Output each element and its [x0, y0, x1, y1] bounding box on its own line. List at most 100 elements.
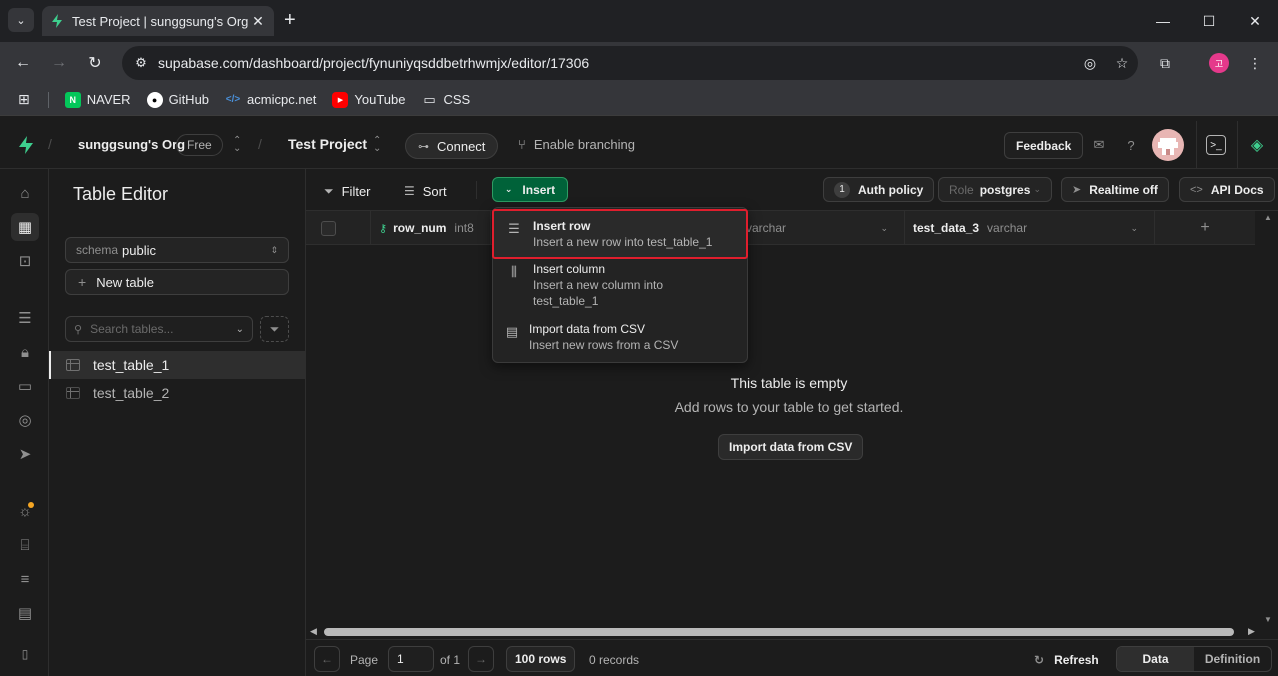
- realtime-cursor-icon[interactable]: ➤: [11, 440, 39, 468]
- sql-editor-icon[interactable]: ⊡: [11, 247, 39, 275]
- scroll-down-icon[interactable]: ▼: [1264, 615, 1272, 624]
- plan-badge: Free: [176, 134, 223, 156]
- menu-item-import-csv[interactable]: ▤ Import data from CSV Insert new rows f…: [493, 322, 747, 358]
- logs-list-icon[interactable]: ≡: [11, 565, 39, 593]
- header-divider: [1196, 121, 1197, 169]
- extensions-icon[interactable]: ⧉: [1153, 51, 1177, 75]
- table-editor-icon[interactable]: ▦: [11, 213, 39, 241]
- filter-icon[interactable]: ⏷: [260, 316, 289, 342]
- horizontal-scrollbar[interactable]: ◀ ▶: [306, 625, 1261, 639]
- project-name[interactable]: Test Project: [288, 136, 367, 152]
- chevron-down-icon[interactable]: ⌄: [880, 223, 888, 234]
- reload-icon[interactable]: ↻: [83, 51, 107, 75]
- eye-slash-icon[interactable]: ◎: [1074, 55, 1106, 72]
- database-icon[interactable]: ☰: [11, 304, 39, 332]
- supabase-logo-icon[interactable]: [16, 135, 36, 155]
- scroll-right-icon[interactable]: ▶: [1248, 626, 1255, 637]
- sql-terminal-icon[interactable]: >_: [1206, 135, 1226, 155]
- filter-button[interactable]: ⏷ Filter: [324, 181, 371, 201]
- advisor-icon[interactable]: ◈: [1247, 135, 1267, 155]
- refresh-button[interactable]: ↻ Refresh: [1034, 653, 1099, 667]
- reports-chart-icon[interactable]: ⌸: [11, 531, 39, 559]
- window-close-icon[interactable]: ✕: [1232, 0, 1278, 42]
- sort-button[interactable]: ☰ Sort: [404, 181, 447, 201]
- filter-icon: ⏷: [324, 183, 334, 198]
- maximize-icon[interactable]: ☐: [1186, 0, 1232, 42]
- bookmark-star-icon[interactable]: ☆: [1106, 55, 1138, 72]
- advisors-bulb-icon[interactable]: ☼: [11, 497, 39, 525]
- forward-arrow-icon[interactable]: →: [47, 51, 71, 75]
- column-header-row-num[interactable]: ⚷ row_num int8: [371, 211, 491, 245]
- site-settings-icon[interactable]: ⚙: [130, 52, 152, 74]
- select-all-checkbox[interactable]: [306, 211, 371, 245]
- profile-avatar[interactable]: 고: [1209, 53, 1229, 73]
- storage-folder-icon[interactable]: ▭: [11, 372, 39, 400]
- project-switcher-icon[interactable]: ⌃ ⌄: [373, 136, 381, 154]
- auth-policy-button[interactable]: 1 Auth policy: [823, 177, 935, 202]
- home-icon[interactable]: ⌂: [11, 179, 39, 207]
- insert-button[interactable]: ⌄ Insert: [492, 177, 568, 202]
- next-page-button[interactable]: →: [468, 646, 494, 672]
- records-count: 0 records: [589, 653, 640, 667]
- tab-close-icon[interactable]: ✕: [250, 13, 266, 30]
- browser-menu-icon[interactable]: ⋮: [1243, 51, 1267, 75]
- feedback-button[interactable]: Feedback: [1004, 132, 1084, 159]
- address-bar[interactable]: ⚙ supabase.com/dashboard/project/fynuniy…: [122, 46, 1138, 80]
- chevron-down-icon[interactable]: ⌄: [1130, 223, 1138, 234]
- new-table-button[interactable]: + New table: [65, 269, 289, 295]
- bookmark-acmicpc[interactable]: </> acmicpc.net: [225, 92, 317, 108]
- menu-item-insert-row[interactable]: ☰ Insert row Insert a new row into test_…: [492, 209, 748, 259]
- search-tables-input[interactable]: ⚲ Search tables... ⌄: [65, 316, 253, 342]
- auth-lock-icon[interactable]: 🔒︎: [11, 338, 39, 366]
- org-name[interactable]: sunggsung's Org: [78, 137, 185, 152]
- apps-grid-icon[interactable]: ⊞: [18, 91, 30, 108]
- edge-functions-icon[interactable]: ◎: [11, 406, 39, 434]
- add-column-button[interactable]: +: [1155, 211, 1255, 245]
- sidebar-item-test-table-2[interactable]: test_table_2: [49, 379, 305, 407]
- rows-per-page-button[interactable]: 100 rows: [506, 646, 576, 672]
- connect-button[interactable]: ⊶ Connect: [405, 133, 499, 159]
- tab-search-button[interactable]: ⌄: [8, 8, 34, 32]
- realtime-cursor-icon: ➤: [1072, 184, 1082, 196]
- user-avatar[interactable]: [1152, 129, 1184, 161]
- bookmark-youtube[interactable]: ▶ YouTube: [332, 91, 406, 108]
- url-text[interactable]: supabase.com/dashboard/project/fynuniyqs…: [158, 55, 1074, 71]
- inbox-icon[interactable]: ✉: [1089, 135, 1109, 155]
- bookmark-github[interactable]: ● GitHub: [146, 91, 209, 108]
- chevron-down-icon: ⌄: [1033, 184, 1041, 194]
- primary-key-icon: ⚷: [379, 222, 388, 235]
- role-selector[interactable]: Role postgres ⌄: [938, 177, 1052, 202]
- schema-selector[interactable]: schema public ⇕: [65, 237, 289, 263]
- bookmark-css-folder[interactable]: ▭ CSS: [422, 92, 470, 108]
- naver-icon: N: [64, 91, 81, 108]
- chevron-double-down-icon[interactable]: ⌄: [236, 324, 244, 335]
- api-docs-icon[interactable]: ▤: [11, 599, 39, 627]
- enable-branching-button[interactable]: ⑂ Enable branching: [518, 137, 635, 152]
- help-icon[interactable]: ?: [1121, 135, 1141, 155]
- page-number-input[interactable]: 1: [388, 646, 434, 672]
- vertical-scrollbar[interactable]: ▲ ▼: [1261, 211, 1275, 626]
- page-label: Page: [350, 653, 379, 667]
- scroll-left-icon[interactable]: ◀: [310, 626, 317, 637]
- collapse-sidebar-icon[interactable]: ▯: [11, 640, 39, 668]
- menu-item-insert-column[interactable]: ⫼ Insert column Insert a new column into…: [493, 262, 747, 312]
- api-docs-button[interactable]: <> API Docs: [1179, 177, 1275, 202]
- column-header-test-data-3[interactable]: test_data_3 varchar ⌄: [905, 211, 1155, 245]
- scroll-thumb[interactable]: [324, 628, 1234, 636]
- bookmarks-bar: ⊞ N NAVER ● GitHub </> acmicpc.net ▶ YouTube…: [0, 84, 1278, 116]
- import-csv-button[interactable]: Import data from CSV: [718, 434, 864, 460]
- sidebar-item-test-table-1[interactable]: test_table_1: [49, 351, 305, 379]
- tab-definition[interactable]: Definition: [1194, 647, 1271, 671]
- bookmark-naver[interactable]: N NAVER: [64, 91, 131, 108]
- new-tab-button[interactable]: +: [284, 9, 296, 31]
- minimize-icon[interactable]: —: [1140, 0, 1186, 42]
- back-arrow-icon[interactable]: ←: [11, 51, 35, 75]
- prev-page-button[interactable]: ←: [314, 646, 340, 672]
- tab-data[interactable]: Data: [1117, 647, 1194, 671]
- toolbar-divider: [476, 181, 477, 199]
- browser-tab[interactable]: Test Project | sunggsung's Org ✕: [42, 6, 274, 36]
- scroll-up-icon[interactable]: ▲: [1264, 213, 1272, 222]
- org-switcher-icon[interactable]: ⌃ ⌄: [233, 136, 241, 154]
- realtime-button[interactable]: ➤ Realtime off: [1061, 177, 1169, 202]
- left-nav-rail: ⌂ ▦ ⊡ ☰ 🔒︎ ▭ ◎ ➤ ☼ ⌸ ≡ ▤ ▯: [0, 169, 49, 676]
